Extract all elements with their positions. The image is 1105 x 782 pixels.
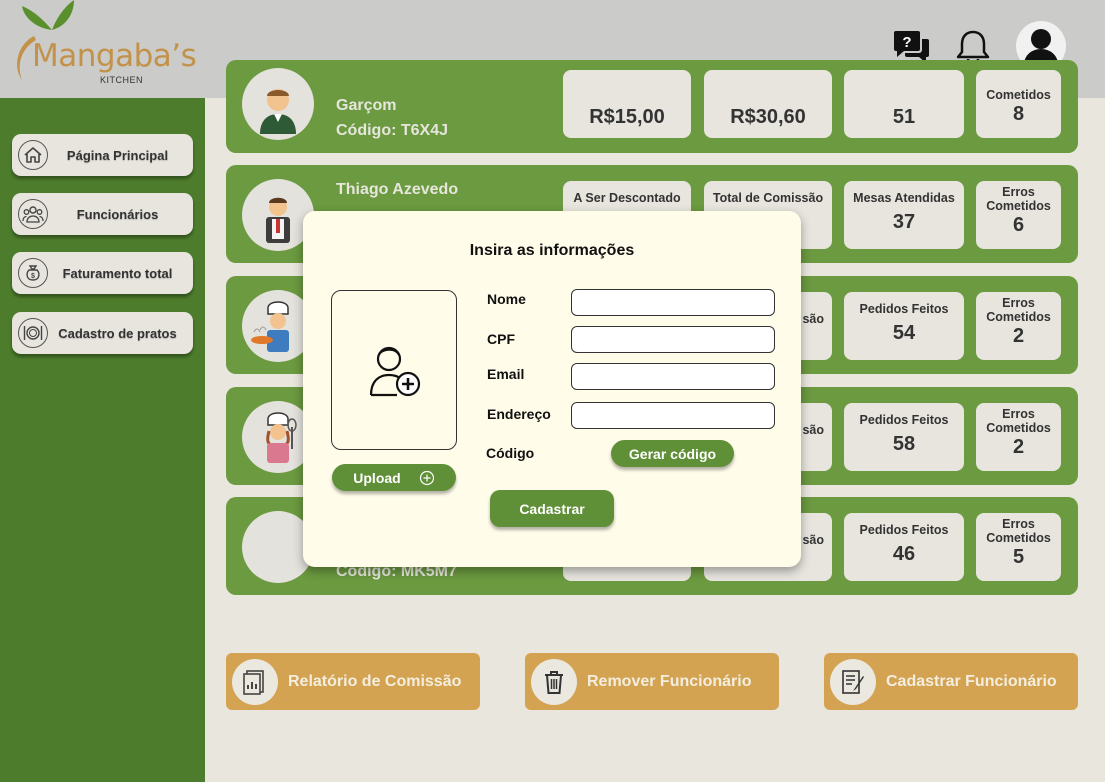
stat-value: 6 [1012,214,1025,236]
stat-label: Erros Cometidos [986,407,1051,435]
stat-label: A Ser Descontado [573,191,681,205]
stat-errors: Erros Cometidos 2 [976,403,1061,471]
plus-circle-icon [419,470,434,485]
trash-icon [531,658,577,705]
stat-errors: Erros Cometidos 6 [976,181,1061,249]
add-user-icon [369,346,421,397]
report-icon [232,658,278,705]
stat-errors: Erros Cometidos 2 [976,292,1061,360]
generate-code-button[interactable]: Gerar código [611,440,734,467]
name-label: Nome [487,291,526,307]
stat-value: 5 [1012,546,1025,568]
employee-code: Código: T6X4J [336,122,449,139]
stat-label: Erros Cometidos [986,185,1051,213]
stat-tables: Mesas Atendidas 37 [844,181,964,249]
sidebar-item-funcionarios[interactable]: Funcionários [12,193,193,235]
sidebar-item-label: Faturamento total [62,265,173,281]
register-employee-modal: Insira as informações Upload Nome CPF Em… [303,211,801,567]
employee-name: Thiago Azevedo [336,181,459,198]
address-label: Endereço [487,406,551,422]
people-icon [18,199,48,229]
stat-value: 51 [892,106,916,128]
brand-logo[interactable]: Mangaba’s KITCHEN [12,0,197,90]
sidebar-item-cadastro-de-pratos[interactable]: Cadastro de pratos [12,312,193,354]
submit-button[interactable]: Cadastrar [490,490,614,527]
cpf-input[interactable] [571,326,775,353]
form-icon [830,658,876,705]
name-input[interactable] [571,289,775,316]
commission-report-button[interactable]: Relatório de Comissão [226,653,480,710]
sidebar-item-pagina-principal[interactable]: Página Principal [12,134,193,176]
cpf-label: CPF [487,331,515,347]
email-label: Email [487,366,525,382]
upload-button[interactable]: Upload [332,464,456,491]
address-input[interactable] [571,402,775,429]
modal-title: Insira as informações [469,242,635,259]
stat-orders: Pedidos Feitos 58 [844,403,964,471]
stat-value: 2 [1012,325,1025,347]
sidebar-item-label: Página Principal [66,147,169,163]
remove-employee-button[interactable]: Remover Funcionário [525,653,779,710]
sidebar-item-label: Funcionários [76,206,159,222]
stat-value: R$15,00 [589,106,665,128]
stat-value: 54 [892,322,916,344]
stat-label: Total de Comissão [712,191,824,205]
stat-tables: 51 [844,70,964,138]
svg-text:$: $ [31,273,35,280]
stat-label: Cometidos [986,88,1051,102]
svg-text:?: ? [902,34,911,51]
stat-label: Mesas Atendidas [853,191,955,205]
stat-value: 8 [1012,103,1025,125]
stat-orders: Pedidos Feitos 46 [844,513,964,581]
stat-label: Pedidos Feitos [859,302,949,316]
plate-icon [18,318,48,348]
code-label: Código [486,445,535,461]
stat-label: Erros Cometidos [986,296,1051,324]
stat-label: Pedidos Feitos [859,413,949,427]
stat-value: 2 [1012,436,1025,458]
upload-label: Upload [353,469,401,486]
brand-name: Mangaba’s [32,38,197,74]
stat-label: Erros Cometidos [986,517,1051,545]
stat-value: 58 [892,433,916,455]
stat-orders: Pedidos Feitos 54 [844,292,964,360]
home-icon [18,140,48,170]
stat-commission: R$30,60 [704,70,832,138]
action-label: Relatório de Comissão [288,672,462,690]
stat-value: 37 [892,211,916,233]
stat-errors: Cometidos 8 [976,70,1061,138]
stat-value: R$30,60 [730,106,806,128]
action-label: Cadastrar Funcionário [886,672,1057,690]
sidebar-item-label: Cadastro de pratos [58,325,177,341]
email-input[interactable] [571,363,775,390]
sidebar-item-faturamento-total[interactable]: $ Faturamento total [12,252,193,294]
register-employee-button[interactable]: Cadastrar Funcionário [824,653,1078,710]
action-label: Remover Funcionário [587,672,752,690]
stat-errors: Erros Cometidos 5 [976,513,1061,581]
stat-value: 46 [892,543,916,565]
employee-role: Garçom [336,97,397,114]
money-bag-icon: $ [18,258,48,288]
photo-upload-area[interactable] [331,290,457,450]
brand-subtitle: KITCHEN [100,75,144,85]
stat-discount: R$15,00 [563,70,691,138]
stat-label: Pedidos Feitos [859,523,949,537]
employee-avatar [242,68,314,140]
employee-card[interactable]: Garçom Código: T6X4J R$15,00 R$30,60 51 … [226,60,1078,153]
